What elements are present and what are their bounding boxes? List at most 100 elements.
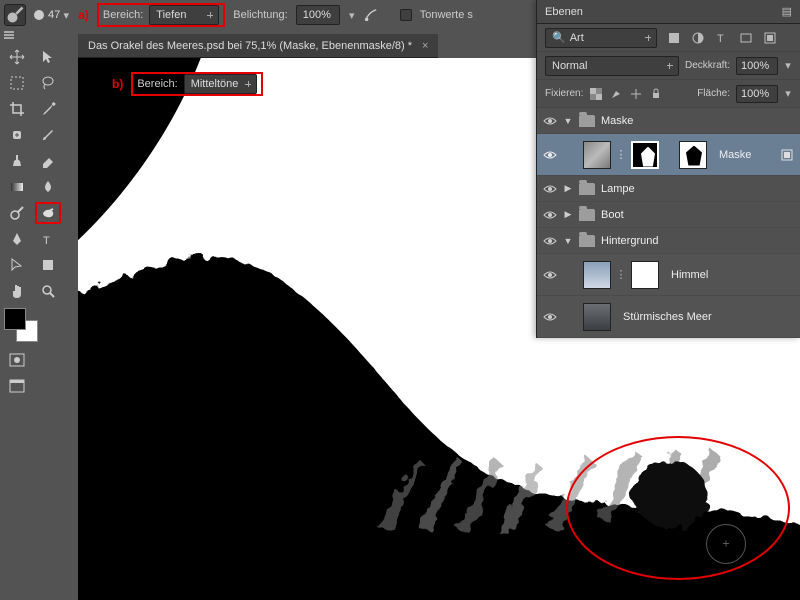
airbrush-icon[interactable]	[364, 8, 378, 22]
lock-all-icon[interactable]	[649, 87, 663, 101]
panel-tab-bar: Ebenen ▤	[537, 0, 800, 24]
type-tool[interactable]: T	[35, 228, 61, 250]
lasso-tool[interactable]	[35, 72, 61, 94]
layer-mask-thumb[interactable]	[631, 141, 659, 169]
blend-opacity-row: Normal Deckkraft: 100% ▾	[537, 52, 800, 80]
bereich-value-a: Tiefen	[156, 9, 186, 21]
visibility-icon[interactable]	[543, 234, 557, 248]
layer-label: Stürmisches Meer	[623, 311, 712, 323]
chevron-down-icon[interactable]: ▾	[784, 87, 792, 100]
lock-transparency-icon[interactable]	[589, 87, 603, 101]
document-tab-bar: Das Orakel des Meeres.psd bei 75,1% (Mas…	[78, 34, 438, 58]
dodge-tool[interactable]	[4, 202, 30, 224]
layer-maske[interactable]: ⋮ Maske	[537, 134, 800, 176]
lock-pixels-icon[interactable]	[609, 87, 623, 101]
visibility-icon[interactable]	[543, 114, 557, 128]
path-select-tool[interactable]	[4, 254, 30, 276]
crop-tool[interactable]	[4, 98, 30, 120]
blend-mode-dropdown[interactable]: Normal	[545, 56, 679, 76]
panel-menu-icon[interactable]: ▤	[782, 5, 792, 18]
triangle-right-icon[interactable]: ▶	[563, 183, 573, 194]
document-tab[interactable]: Das Orakel des Meeres.psd bei 75,1% (Mas…	[88, 40, 412, 52]
folder-icon	[579, 209, 595, 221]
triangle-down-icon[interactable]: ▼	[563, 116, 573, 126]
fill-field[interactable]: 100%	[736, 85, 778, 103]
layer-thumb[interactable]	[583, 261, 611, 289]
brush-cursor-icon	[706, 524, 746, 564]
shape-tool[interactable]	[35, 254, 61, 276]
filter-pixel-icon[interactable]	[667, 31, 681, 45]
brush-tool[interactable]	[35, 124, 61, 146]
foreground-color-swatch[interactable]	[4, 308, 26, 330]
screenmode-icon[interactable]	[4, 376, 30, 396]
annotation-b-group: b) Bereich: Mitteltöne	[112, 72, 263, 96]
hand-tool[interactable]	[4, 280, 30, 302]
pen-tool[interactable]	[4, 228, 30, 250]
svg-text:T: T	[43, 235, 50, 247]
blend-mode-value: Normal	[552, 60, 587, 72]
annotation-b: b)	[112, 77, 123, 91]
search-icon: 🔍	[552, 31, 566, 44]
svg-text:T: T	[717, 33, 724, 45]
group-label: Lampe	[601, 183, 635, 195]
move-tool[interactable]	[4, 46, 30, 68]
burn-tool[interactable]	[35, 202, 61, 224]
selection-arrow-tool[interactable]	[35, 46, 61, 68]
layer-group-boot[interactable]: ▶ Boot	[537, 202, 800, 228]
filter-smart-icon[interactable]	[763, 31, 777, 45]
quickmask-icon[interactable]	[4, 350, 30, 370]
smartobject-icon	[780, 148, 794, 162]
visibility-icon[interactable]	[543, 148, 557, 162]
link-icon[interactable]: ⋮	[617, 268, 625, 282]
layer-group-maske[interactable]: ▼ Maske	[537, 108, 800, 134]
visibility-icon[interactable]	[543, 310, 557, 324]
filter-shape-icon[interactable]	[739, 31, 753, 45]
layer-thumb[interactable]	[583, 141, 611, 169]
bereich-dropdown-b[interactable]: Mitteltöne	[184, 74, 258, 94]
layer-meer[interactable]: Stürmisches Meer	[537, 296, 800, 338]
filter-adjust-icon[interactable]	[691, 31, 705, 45]
marquee-tool[interactable]	[4, 72, 30, 94]
layer-thumb[interactable]	[583, 303, 611, 331]
annotation-a: a)	[78, 8, 89, 22]
tonwerte-checkbox[interactable]	[400, 9, 412, 21]
layer-mask-thumb[interactable]	[631, 261, 659, 289]
triangle-down-icon[interactable]: ▼	[563, 236, 573, 246]
layer-mask-thumb-2[interactable]	[679, 141, 707, 169]
belichtung-label: Belichtung:	[233, 9, 287, 21]
clone-stamp-tool[interactable]	[4, 150, 30, 172]
close-tab-icon[interactable]: ×	[422, 40, 428, 52]
tab-layers[interactable]: Ebenen	[545, 6, 583, 18]
triangle-right-icon[interactable]: ▶	[563, 209, 573, 220]
opacity-field[interactable]: 100%	[736, 57, 778, 75]
visibility-icon[interactable]	[543, 268, 557, 282]
tool-preset-icon[interactable]	[4, 4, 26, 26]
healing-brush-tool[interactable]	[4, 124, 30, 146]
chevron-down-icon[interactable]: ▾	[62, 9, 70, 22]
filter-type-icon[interactable]: T	[715, 31, 729, 45]
belichtung-field[interactable]: 100%	[296, 5, 340, 25]
visibility-icon[interactable]	[543, 208, 557, 222]
chevron-down-icon[interactable]: ▾	[348, 9, 356, 22]
opacity-label: Deckkraft:	[685, 60, 730, 71]
layer-group-hintergrund[interactable]: ▼ Hintergrund	[537, 228, 800, 254]
eyedropper-tool[interactable]	[35, 98, 61, 120]
layer-group-lampe[interactable]: ▶ Lampe	[537, 176, 800, 202]
group-label: Boot	[601, 209, 624, 221]
eraser-tool[interactable]	[35, 150, 61, 172]
gradient-tool[interactable]	[4, 176, 30, 198]
zoom-tool[interactable]	[35, 280, 61, 302]
layer-himmel[interactable]: ⋮ Himmel	[537, 254, 800, 296]
layer-filter-dropdown[interactable]: 🔍 Art	[545, 28, 657, 48]
layer-tree: ▼ Maske ⋮ Maske ▶ Lampe ▶ B	[537, 108, 800, 338]
chevron-down-icon[interactable]: ▾	[784, 59, 792, 72]
link-icon[interactable]: ⋮	[617, 148, 625, 162]
blur-tool[interactable]	[35, 176, 61, 198]
annotation-ellipse	[566, 436, 790, 580]
lock-position-icon[interactable]	[629, 87, 643, 101]
bereich-dropdown-a[interactable]: Tiefen	[149, 5, 219, 25]
visibility-icon[interactable]	[543, 182, 557, 196]
toolbox-grip-icon[interactable]	[0, 30, 18, 40]
color-swatches[interactable]	[4, 308, 44, 344]
brush-preview[interactable]: 47 ▾	[34, 9, 70, 22]
